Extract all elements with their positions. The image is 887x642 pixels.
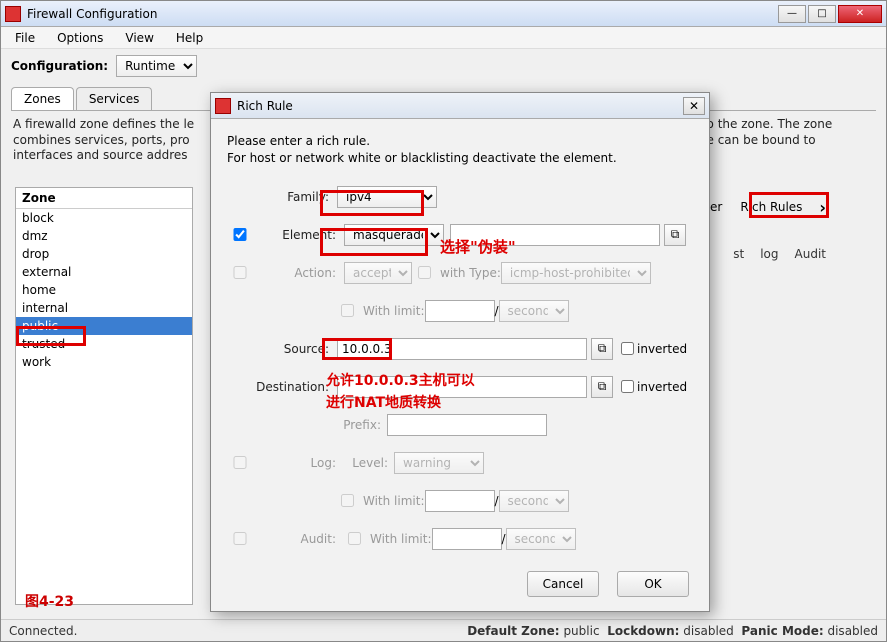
configuration-select[interactable]: Runtime bbox=[116, 55, 197, 77]
with-type-select[interactable]: icmp-host-prohibited bbox=[501, 262, 651, 284]
level-select[interactable]: warning bbox=[394, 452, 484, 474]
menu-file[interactable]: File bbox=[11, 29, 39, 46]
menu-help[interactable]: Help bbox=[172, 29, 207, 46]
rich-rule-dialog: Rich Rule ✕ Please enter a rich rule. Fo… bbox=[210, 92, 710, 612]
log-limit-unit[interactable]: second bbox=[499, 490, 569, 512]
audit-limit-checkbox[interactable] bbox=[348, 532, 361, 545]
close-button[interactable]: ✕ bbox=[838, 5, 882, 23]
zone-item-dmz[interactable]: dmz bbox=[16, 227, 192, 245]
with-type-label: with Type: bbox=[440, 266, 501, 280]
with-type-checkbox[interactable] bbox=[418, 266, 431, 279]
figure-label: 图4-23 bbox=[25, 591, 74, 611]
zone-item-public[interactable]: public bbox=[16, 317, 192, 335]
destination-label: Destination: bbox=[245, 380, 329, 394]
prefix-label: Prefix: bbox=[337, 418, 381, 432]
configuration-label: Configuration: bbox=[11, 59, 108, 73]
element-select[interactable]: masquerade bbox=[344, 224, 444, 246]
tab-services[interactable]: Services bbox=[76, 87, 153, 110]
audit-limit-unit[interactable]: second bbox=[506, 528, 576, 550]
family-select[interactable]: ipv4 bbox=[337, 186, 437, 208]
zone-item-trusted[interactable]: trusted bbox=[16, 335, 192, 353]
source-inverted-checkbox[interactable] bbox=[621, 342, 634, 355]
destination-inverted-checkbox[interactable] bbox=[621, 380, 634, 393]
log-limit-input[interactable] bbox=[425, 490, 495, 512]
audit-checkbox[interactable] bbox=[231, 532, 249, 545]
action-limit-checkbox[interactable] bbox=[341, 304, 354, 317]
menubar: File Options View Help bbox=[1, 27, 886, 49]
family-label: Family: bbox=[245, 190, 329, 204]
audit-limit-input[interactable] bbox=[432, 528, 502, 550]
firewall-icon bbox=[5, 6, 21, 22]
element-browse-icon[interactable]: ⧉ bbox=[664, 224, 686, 246]
source-inverted-label: inverted bbox=[637, 342, 687, 356]
source-input[interactable] bbox=[337, 338, 587, 360]
action-checkbox[interactable] bbox=[231, 266, 249, 279]
zone-item-home[interactable]: home bbox=[16, 281, 192, 299]
zone-header: Zone bbox=[16, 188, 192, 209]
col-log: log bbox=[760, 247, 778, 261]
action-limit-input[interactable] bbox=[425, 300, 495, 322]
statusbar: Connected. Default Zone: public Lockdown… bbox=[1, 619, 886, 641]
tabs-overflow-icon[interactable]: › bbox=[819, 198, 826, 217]
cancel-button[interactable]: Cancel bbox=[527, 571, 599, 597]
rule-table-header: st log Audit bbox=[733, 247, 826, 261]
zone-item-block[interactable]: block bbox=[16, 209, 192, 227]
menu-view[interactable]: View bbox=[121, 29, 157, 46]
status-connected: Connected. bbox=[9, 624, 77, 638]
main-titlebar: Firewall Configuration — □ ✕ bbox=[1, 1, 886, 27]
maximize-button[interactable]: □ bbox=[808, 5, 836, 23]
action-limit-unit[interactable]: second bbox=[499, 300, 569, 322]
zone-list-panel: Zone block dmz drop external home intern… bbox=[15, 187, 193, 605]
source-label: Source: bbox=[245, 342, 329, 356]
dialog-intro: Please enter a rich rule. For host or ne… bbox=[227, 133, 693, 167]
element-label: Element: bbox=[252, 228, 336, 242]
destination-input[interactable] bbox=[337, 376, 587, 398]
element-checkbox[interactable] bbox=[231, 228, 249, 241]
dialog-title: Rich Rule bbox=[237, 99, 683, 113]
col-st: st bbox=[733, 247, 744, 261]
action-label: Action: bbox=[252, 266, 336, 280]
zone-item-internal[interactable]: internal bbox=[16, 299, 192, 317]
zone-item-work[interactable]: work bbox=[16, 353, 192, 371]
dialog-close-button[interactable]: ✕ bbox=[683, 97, 705, 115]
log-limit-label: With limit: bbox=[363, 494, 425, 508]
log-checkbox[interactable] bbox=[231, 456, 249, 469]
level-label: Level: bbox=[344, 456, 388, 470]
zone-list[interactable]: block dmz drop external home internal pu… bbox=[16, 209, 192, 371]
action-limit-label: With limit: bbox=[363, 304, 425, 318]
dialog-titlebar: Rich Rule ✕ bbox=[211, 93, 709, 119]
prefix-input[interactable] bbox=[387, 414, 547, 436]
log-limit-checkbox[interactable] bbox=[341, 494, 354, 507]
firewall-icon bbox=[215, 98, 231, 114]
source-browse-icon[interactable]: ⧉ bbox=[591, 338, 613, 360]
audit-limit-label: With limit: bbox=[370, 532, 432, 546]
ok-button[interactable]: OK bbox=[617, 571, 689, 597]
tab-rich-rules[interactable]: Rich Rules bbox=[733, 197, 809, 217]
log-label: Log: bbox=[252, 456, 336, 470]
menu-options[interactable]: Options bbox=[53, 29, 107, 46]
destination-browse-icon[interactable]: ⧉ bbox=[591, 376, 613, 398]
zone-item-drop[interactable]: drop bbox=[16, 245, 192, 263]
col-audit: Audit bbox=[795, 247, 826, 261]
destination-inverted-label: inverted bbox=[637, 380, 687, 394]
action-select[interactable]: accept bbox=[344, 262, 412, 284]
main-title: Firewall Configuration bbox=[27, 7, 778, 21]
tab-zones[interactable]: Zones bbox=[11, 87, 74, 110]
minimize-button[interactable]: — bbox=[778, 5, 806, 23]
audit-label: Audit: bbox=[252, 532, 336, 546]
zone-item-external[interactable]: external bbox=[16, 263, 192, 281]
element-value-input[interactable] bbox=[450, 224, 660, 246]
